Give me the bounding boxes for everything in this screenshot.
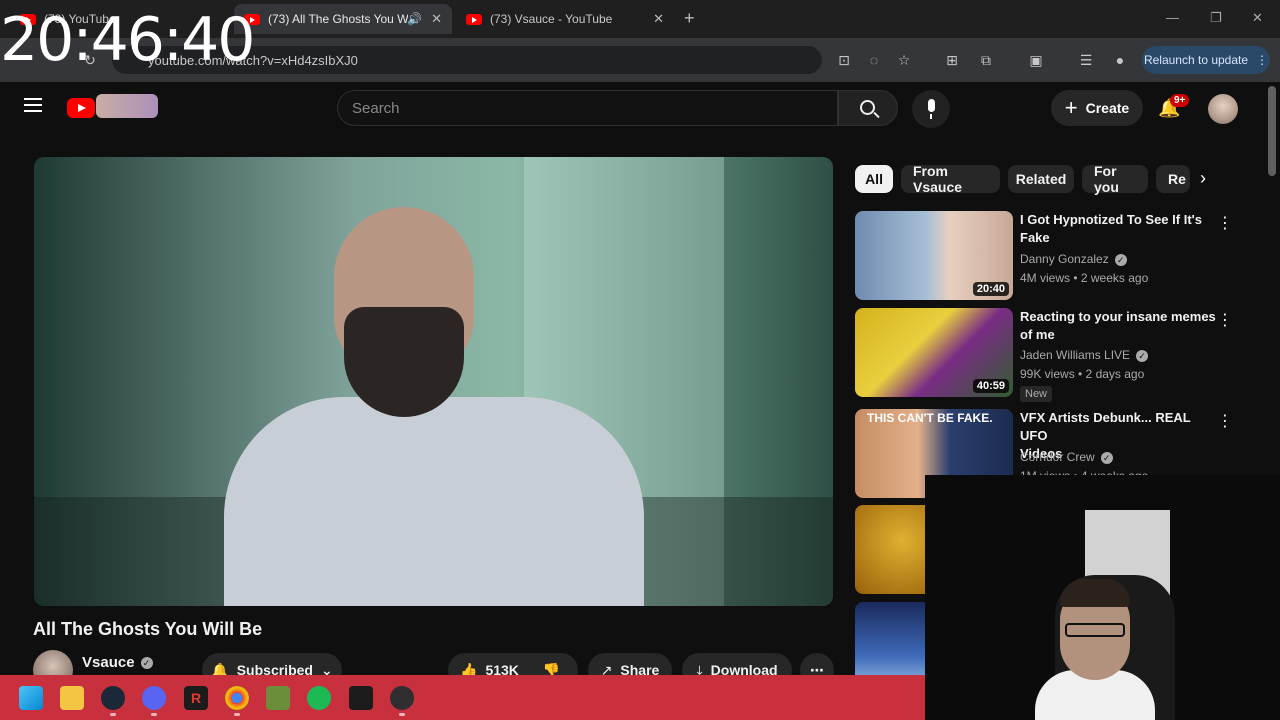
close-tab-icon[interactable]: ✕ xyxy=(431,11,442,27)
notifications-badge: 9+ xyxy=(1170,94,1190,107)
video-thumbnail[interactable]: 40:59 xyxy=(855,308,1013,397)
youtube-header: Search + Create 🔔 9+ xyxy=(0,82,1260,134)
close-window-icon[interactable]: ✕ xyxy=(1252,10,1263,26)
chevron-right-icon[interactable]: › xyxy=(1200,168,1206,189)
windows-taskbar xyxy=(0,675,925,720)
plus-icon: + xyxy=(1064,95,1078,120)
title-line: I Got Hypnotized To See If It's xyxy=(1020,212,1202,227)
title-line: Fake xyxy=(1020,230,1050,245)
windows-start-icon[interactable] xyxy=(19,686,43,710)
extension-counter-icon[interactable]: ⊞ xyxy=(942,50,962,70)
discord-icon[interactable] xyxy=(142,686,166,716)
recommendation-title[interactable]: I Got Hypnotized To See If It's Fake xyxy=(1020,211,1220,247)
webcam-person-hair xyxy=(1060,579,1130,607)
rockstar-launcher-icon[interactable]: R xyxy=(184,686,208,710)
channel-name-text: Vsauce xyxy=(82,654,135,671)
obs-studio-icon[interactable] xyxy=(390,686,414,716)
more-vert-icon[interactable]: ⋮ xyxy=(1217,310,1233,330)
recommendation-meta: 99K views • 2 days ago xyxy=(1020,367,1145,381)
verified-icon: ✓ xyxy=(1100,451,1113,464)
more-vert-icon[interactable]: ⋮ xyxy=(1217,213,1233,233)
chip-recently-uploaded[interactable]: Re xyxy=(1156,165,1190,193)
verified-icon: ✓ xyxy=(1114,253,1127,266)
tab-label: (73) All The Ghosts You Wil xyxy=(268,12,408,26)
duration-badge: 40:59 xyxy=(972,379,1009,393)
search-button[interactable] xyxy=(838,90,898,126)
new-badge: New xyxy=(1020,386,1053,402)
epic-games-icon[interactable] xyxy=(349,686,373,710)
page-scrollbar[interactable] xyxy=(1268,86,1276,176)
youtube-favicon-icon xyxy=(466,13,482,25)
recommendation-item[interactable]: 20:40 I Got Hypnotized To See If It's Fa… xyxy=(855,211,1255,301)
speaker-icon[interactable]: 🔊 xyxy=(407,12,422,26)
video-title: All The Ghosts You Will Be xyxy=(33,619,263,639)
chip-from-vsauce[interactable]: From Vsauce xyxy=(901,163,1000,195)
video-player[interactable] xyxy=(34,157,833,606)
tab-vsauce-channel[interactable]: (73) Vsauce - YouTube ✕ xyxy=(456,4,674,34)
steam-icon[interactable] xyxy=(101,686,125,716)
search-input[interactable]: Search xyxy=(337,90,838,126)
recommendation-channel[interactable]: Jaden Williams LIVE ✓ xyxy=(1020,348,1149,362)
voice-search-icon[interactable] xyxy=(912,90,950,128)
tab-label: (73) Vsauce - YouTube xyxy=(490,12,613,26)
profile-icon[interactable]: ● xyxy=(1110,50,1130,70)
recommendation-meta: 4M views • 2 weeks ago xyxy=(1020,271,1149,285)
presenter-shirt xyxy=(224,397,644,606)
duration-badge: 20:40 xyxy=(972,282,1009,296)
webcam-overlay xyxy=(925,475,1280,720)
reading-list-icon[interactable]: ☰ xyxy=(1076,50,1096,70)
minecraft-icon[interactable] xyxy=(266,686,290,710)
extensions-puzzle-icon[interactable]: ⧉ xyxy=(976,50,996,70)
new-tab-button[interactable]: + xyxy=(684,8,695,29)
tab-current-video[interactable]: (73) All The Ghosts You Wil 🔊 ✕ xyxy=(234,4,452,34)
clock-overlay: 20:46:40 xyxy=(0,5,255,75)
recommendation-channel[interactable]: Danny Gonzalez ✓ xyxy=(1020,252,1127,266)
title-line: Reacting to your insane memes xyxy=(1020,309,1216,324)
tracking-protection-icon[interactable]: ◌ xyxy=(864,50,884,70)
verified-icon: ✓ xyxy=(1136,349,1149,362)
youtube-doodle[interactable] xyxy=(96,94,158,118)
spotify-icon[interactable] xyxy=(307,686,331,710)
youtube-logo-icon[interactable] xyxy=(67,98,95,118)
more-vert-icon[interactable]: ⋮ xyxy=(1217,411,1233,431)
search-icon xyxy=(860,100,875,115)
file-explorer-icon[interactable] xyxy=(60,686,84,710)
relaunch-label: Relaunch to update xyxy=(1143,53,1249,67)
minimize-icon[interactable]: — xyxy=(1166,10,1179,25)
install-app-icon[interactable]: ⊡ xyxy=(834,50,854,70)
title-line: VFX Artists Debunk... REAL UFO xyxy=(1020,410,1191,443)
channel-text: Danny Gonzalez xyxy=(1020,252,1109,266)
video-frame-presenter xyxy=(224,197,644,606)
account-avatar[interactable] xyxy=(1208,94,1238,124)
channel-name[interactable]: Vsauce ✓ xyxy=(82,654,153,671)
chip-related[interactable]: Related xyxy=(1008,165,1074,193)
relaunch-button[interactable]: Relaunch to update ⋮ xyxy=(1142,46,1270,74)
recommendation-title[interactable]: Reacting to your insane memes of me xyxy=(1020,308,1220,344)
close-tab-icon[interactable]: ✕ xyxy=(653,11,664,27)
recommendation-item[interactable]: 40:59 Reacting to your insane memes of m… xyxy=(855,308,1255,402)
channel-text: Corridor Crew xyxy=(1020,450,1095,464)
search-placeholder: Search xyxy=(352,99,400,117)
menu-icon[interactable] xyxy=(24,98,42,112)
recommendation-channel[interactable]: Corridor Crew ✓ xyxy=(1020,450,1113,464)
chip-all[interactable]: All xyxy=(855,165,893,193)
create-label: Create xyxy=(1085,100,1130,116)
chrome-icon[interactable] xyxy=(225,686,249,716)
maximize-icon[interactable]: ❐ xyxy=(1210,10,1222,26)
verified-icon: ✓ xyxy=(140,657,153,670)
chip-for-you[interactable]: For you xyxy=(1082,163,1148,195)
bookmark-star-icon[interactable]: ☆ xyxy=(894,50,914,70)
more-vert-icon: ⋮ xyxy=(1256,53,1269,67)
video-thumbnail[interactable]: 20:40 xyxy=(855,211,1013,300)
create-button[interactable]: + Create xyxy=(1051,90,1143,126)
title-line: of me xyxy=(1020,327,1055,342)
side-panel-icon[interactable]: ▣ xyxy=(1026,50,1046,70)
thumbnail-text: THIS CAN'T BE FAKE. xyxy=(867,411,993,425)
channel-text: Jaden Williams LIVE xyxy=(1020,348,1131,362)
webcam-person-glasses xyxy=(1065,623,1125,637)
